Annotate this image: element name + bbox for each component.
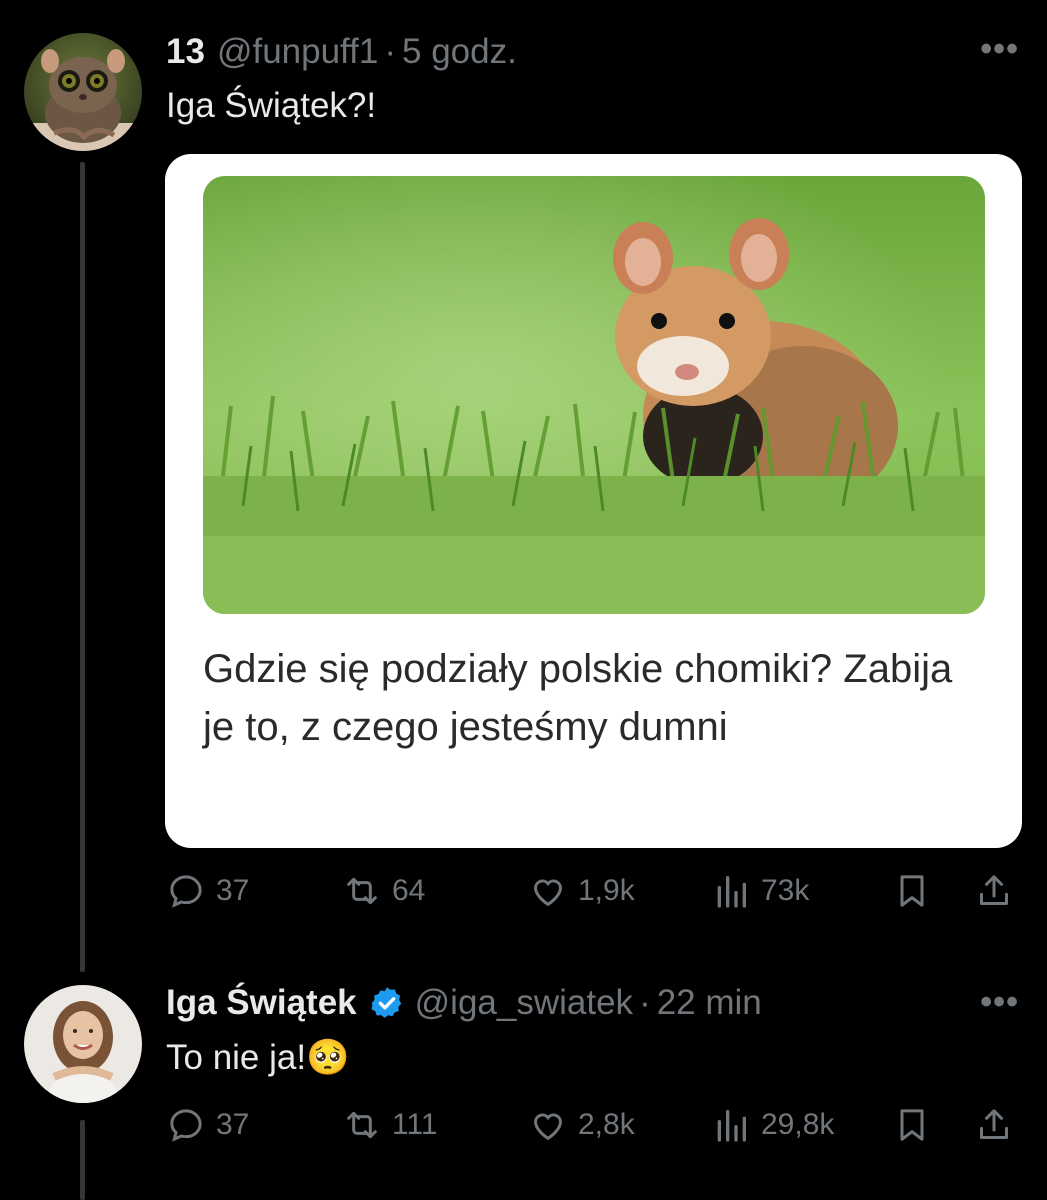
- more-options-icon[interactable]: •••: [980, 30, 1019, 69]
- like-button[interactable]: 2,8k: [528, 1105, 635, 1145]
- tweet-funpuff1[interactable]: 13 @funpuff1 · 5 godz. ••• Iga Świątek?!: [0, 0, 1047, 975]
- timestamp[interactable]: 22 min: [657, 983, 762, 1023]
- views-button[interactable]: 29,8k: [711, 1105, 834, 1145]
- display-name[interactable]: Iga Świątek: [166, 983, 357, 1023]
- link-card-headline[interactable]: Gdzie się podziały polskie chomiki? Zabi…: [203, 640, 983, 756]
- repost-button[interactable]: 111: [342, 1105, 438, 1145]
- tweet-actions: 37 111 2,8k 29,8k: [166, 1105, 1026, 1153]
- tweet-header: Iga Świątek @iga_swiatek · 22 min: [166, 983, 762, 1023]
- separator-dot: ·: [384, 32, 396, 71]
- bookmark-icon: [900, 1109, 924, 1141]
- views-count: 73k: [761, 874, 810, 907]
- timestamp[interactable]: 5 godz.: [402, 32, 517, 72]
- reply-count: 37: [216, 1108, 250, 1141]
- reply-count: 37: [216, 874, 250, 907]
- views-count: 29,8k: [761, 1108, 835, 1141]
- share-button[interactable]: [974, 871, 1014, 911]
- tweet-text-row: To nie ja!🥺: [166, 1037, 350, 1078]
- iga-swiatek-avatar-image: [24, 985, 142, 1103]
- tweet-header: 13 @funpuff1 · 5 godz.: [166, 32, 517, 72]
- views-chart-icon: [717, 1110, 746, 1142]
- share-icon: [980, 875, 1008, 905]
- share-button[interactable]: [974, 1105, 1014, 1145]
- tarsier-avatar-image: [24, 33, 142, 151]
- thread-line: [80, 162, 85, 972]
- avatar-funpuff1[interactable]: [24, 33, 142, 151]
- heart-icon: [533, 879, 563, 907]
- more-options-icon[interactable]: •••: [980, 983, 1019, 1022]
- like-button[interactable]: 1,9k: [528, 871, 635, 911]
- tweet-actions: 37 64 1,9k 73k: [166, 871, 1026, 919]
- tweet-iga-swiatek[interactable]: Iga Świątek @iga_swiatek · 22 min ••• To…: [0, 975, 1047, 1200]
- views-button[interactable]: 73k: [711, 871, 809, 911]
- link-card[interactable]: Gdzie się podziały polskie chomiki? Zabi…: [165, 154, 1022, 848]
- bookmark-button[interactable]: [892, 1105, 932, 1145]
- reply-icon: [170, 1109, 202, 1142]
- bookmark-icon: [900, 875, 924, 907]
- hamster-photo: [203, 176, 985, 614]
- heart-icon: [533, 1113, 563, 1141]
- pleading-face-emoji: 🥺: [306, 1038, 350, 1078]
- handle[interactable]: @iga_swiatek: [415, 983, 633, 1023]
- share-icon: [980, 1109, 1008, 1139]
- views-chart-icon: [717, 876, 746, 908]
- repost-icon: [347, 1111, 377, 1139]
- repost-button[interactable]: 64: [342, 871, 425, 911]
- bookmark-button[interactable]: [892, 871, 932, 911]
- verified-badge-icon: [371, 987, 401, 1018]
- reply-button[interactable]: 37: [166, 1105, 249, 1145]
- separator-dot: ·: [639, 983, 651, 1022]
- reply-icon: [170, 875, 202, 908]
- like-count: 1,9k: [578, 874, 635, 907]
- repost-icon: [347, 877, 377, 905]
- display-name[interactable]: 13: [166, 32, 205, 72]
- tweet-text: Iga Świątek?!: [166, 86, 377, 125]
- avatar-iga-swiatek[interactable]: [24, 985, 142, 1103]
- hamster-image: [203, 176, 985, 614]
- thread-line: [80, 1120, 85, 1200]
- tweet-text: To nie ja!: [166, 1038, 307, 1077]
- like-count: 2,8k: [578, 1108, 635, 1141]
- reply-button[interactable]: 37: [166, 871, 249, 911]
- repost-count: 111: [392, 1108, 438, 1141]
- repost-count: 64: [392, 874, 426, 907]
- handle[interactable]: @funpuff1: [217, 32, 378, 72]
